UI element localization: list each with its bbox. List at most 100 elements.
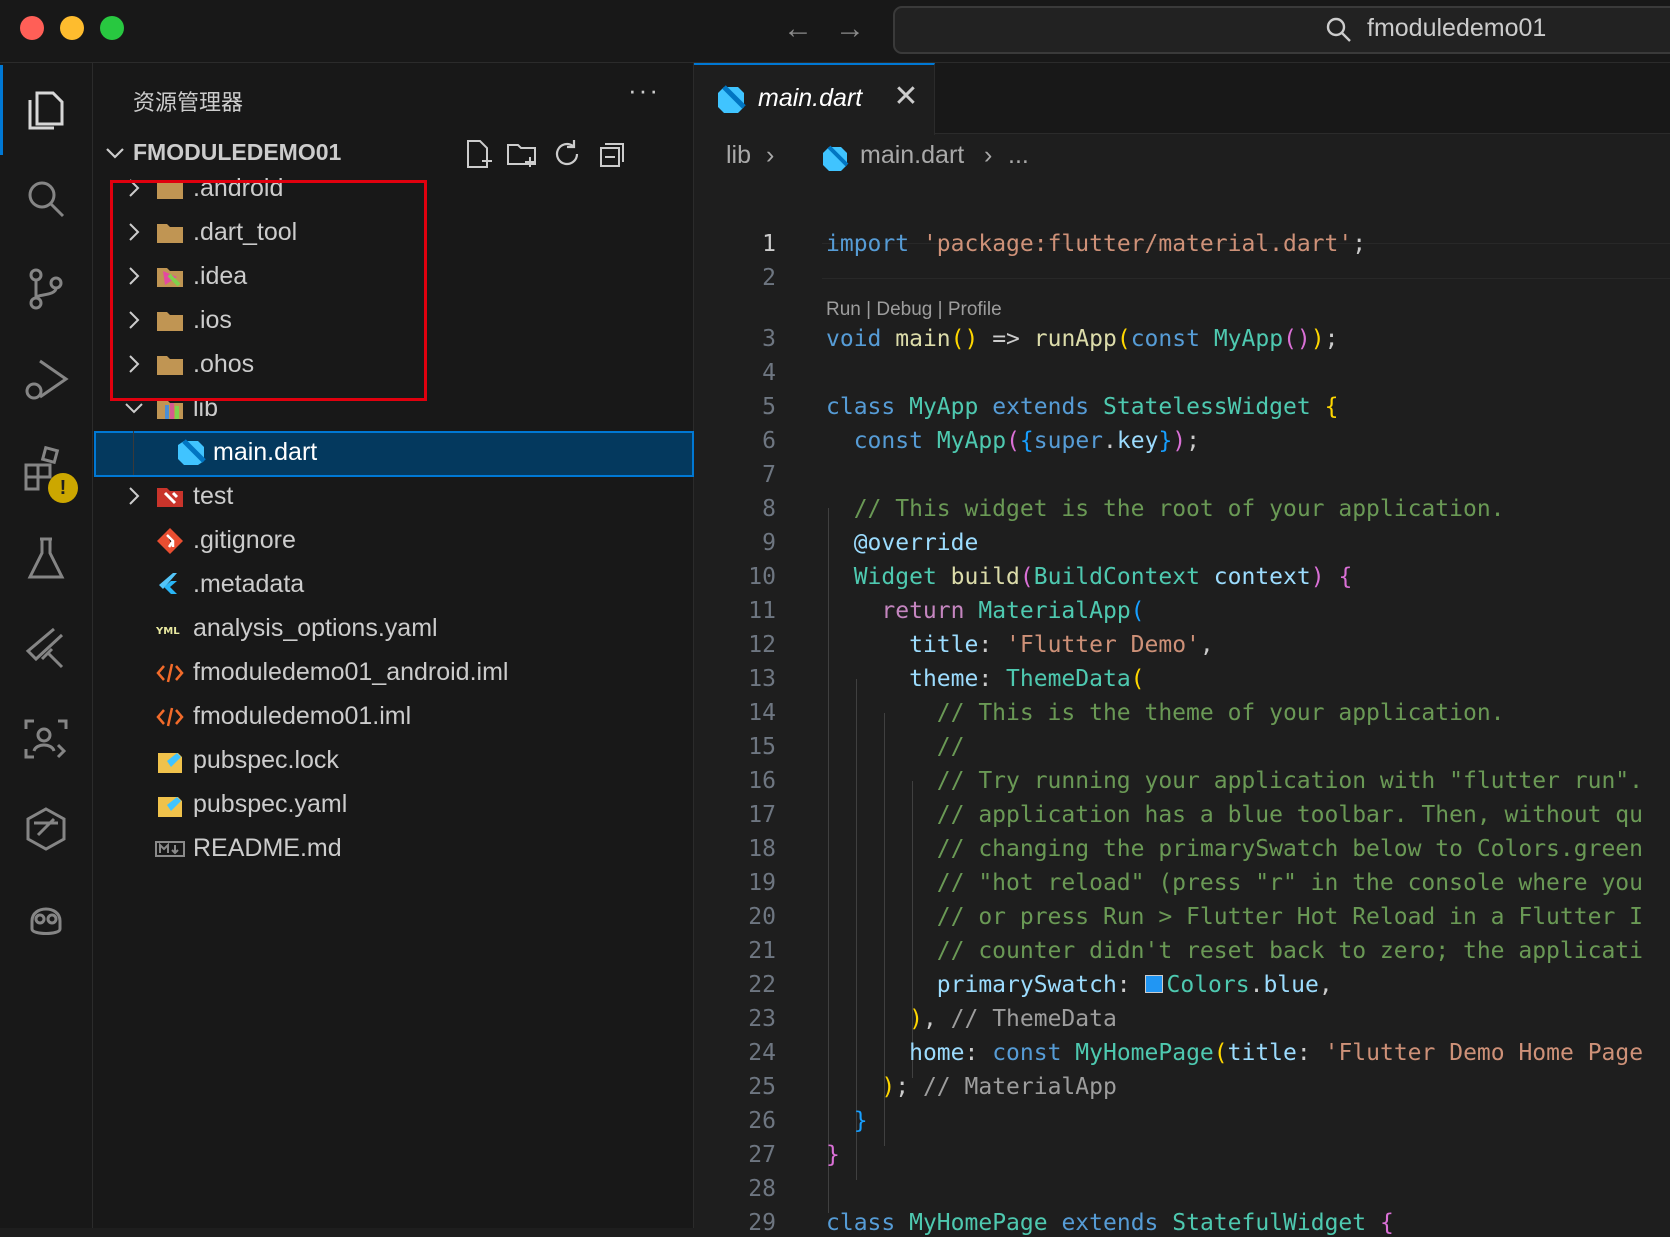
- tree-item-label: test: [193, 482, 234, 510]
- line-number: 26: [748, 1108, 776, 1134]
- deveco-icon[interactable]: [20, 803, 72, 855]
- annotation-highlight-box: [110, 180, 427, 401]
- back-arrow-icon[interactable]: ←: [778, 12, 818, 46]
- test-folder-icon: [157, 488, 183, 507]
- breadcrumb-item-symbols[interactable]: ...: [1008, 141, 1029, 170]
- breadcrumb-item-lib[interactable]: lib: [726, 141, 751, 170]
- tree-item-metadata[interactable]: .metadata: [93, 563, 693, 607]
- line-number: 17: [748, 802, 776, 828]
- code-line: ); // MaterialApp: [881, 1074, 1117, 1100]
- code-line: theme: ThemeData(: [909, 666, 1145, 692]
- tree-item-label: pubspec.yaml: [193, 790, 348, 818]
- line-number: 12: [748, 632, 776, 658]
- flutter-icon[interactable]: [20, 623, 72, 675]
- tree-item-label: main.dart: [213, 438, 318, 466]
- extensions-icon[interactable]: !: [20, 443, 78, 503]
- tree-item-android-iml[interactable]: fmoduledemo01_android.iml: [93, 651, 693, 695]
- line-number: 25: [748, 1074, 776, 1100]
- line-number: 1: [762, 231, 776, 257]
- more-actions-icon[interactable]: ···: [628, 75, 660, 106]
- code-line: title: 'Flutter Demo',: [909, 632, 1214, 658]
- tree-item-test[interactable]: test: [93, 475, 693, 519]
- active-indicator: [0, 65, 3, 155]
- line-number: 27: [748, 1142, 776, 1168]
- breadcrumb-item-main-dart[interactable]: main.dart: [860, 141, 964, 170]
- tree-item-analysis-options[interactable]: YML analysis_options.yaml: [93, 607, 693, 651]
- code-line: class MyHomePage extends StatefulWidget …: [826, 1210, 1394, 1236]
- tree-item-readme[interactable]: README.md: [93, 827, 693, 871]
- code-line: // "hot reload" (press "r" in the consol…: [936, 870, 1643, 896]
- activity-bar: !: [0, 63, 93, 1228]
- code-line: ), // ThemeData: [909, 1006, 1117, 1032]
- code-line: }: [826, 1142, 840, 1168]
- line-number: 21: [748, 938, 776, 964]
- editor-area: main.dart ✕ lib › main.dart › ... 1 2 3 …: [694, 63, 1670, 1236]
- tree-item-pubspec-yaml[interactable]: pubspec.yaml: [93, 783, 693, 827]
- forward-arrow-icon[interactable]: →: [830, 12, 870, 46]
- testing-icon[interactable]: [20, 533, 72, 585]
- editor-tab-bar: main.dart ✕: [694, 63, 1670, 135]
- line-number: 5: [762, 394, 776, 420]
- tree-item-pubspec-lock[interactable]: pubspec.lock: [93, 739, 693, 783]
- tab-main-dart[interactable]: main.dart ✕: [694, 63, 935, 135]
- close-window-button[interactable]: [20, 16, 44, 40]
- zoom-window-button[interactable]: [100, 16, 124, 40]
- dart-file-icon: [178, 439, 206, 465]
- new-folder-icon[interactable]: [505, 137, 539, 171]
- pubspec-file-icon: [158, 753, 182, 773]
- indent-guide: [133, 431, 134, 475]
- explorer-sidebar: 资源管理器 ··· FMODULEDEMO01 .android .dart_t…: [93, 63, 694, 1228]
- line-number: 11: [748, 598, 776, 624]
- line-number: 18: [748, 836, 776, 862]
- line-number: 22: [748, 972, 776, 998]
- line-number: 10: [748, 564, 776, 590]
- source-control-icon[interactable]: [20, 263, 72, 315]
- tree-item-gitignore[interactable]: .gitignore: [93, 519, 693, 563]
- code-line: primarySwatch: Colors.blue,: [936, 972, 1333, 998]
- tree-item-label: .gitignore: [193, 526, 296, 554]
- line-number: 4: [762, 360, 776, 386]
- line-number: 16: [748, 768, 776, 794]
- dart-file-icon: [823, 145, 849, 171]
- codelens-run-debug-profile[interactable]: Run | Debug | Profile: [826, 299, 1002, 321]
- code-editor[interactable]: 1 2 3 4 5 6 7 8 9 10 11 12 13 14 15 16 1…: [694, 177, 1670, 1237]
- explorer-icon[interactable]: [20, 83, 72, 135]
- git-file-icon: [157, 528, 183, 554]
- code-line: @override: [853, 530, 979, 556]
- tree-item-main-dart[interactable]: main.dart: [94, 431, 694, 477]
- code-line: class MyApp extends StatelessWidget {: [826, 394, 1339, 420]
- chevron-down-icon[interactable]: [103, 141, 127, 165]
- tree-item-iml[interactable]: fmoduledemo01.iml: [93, 695, 693, 739]
- dart-file-icon: [718, 85, 746, 113]
- run-debug-icon[interactable]: [20, 353, 72, 405]
- code-line: Widget build(BuildContext context) {: [853, 564, 1353, 590]
- line-number: 2: [762, 265, 776, 291]
- tree-item-label: fmoduledemo01_android.iml: [193, 658, 509, 686]
- line-number: 7: [762, 462, 776, 488]
- chevron-right-icon: [129, 487, 140, 505]
- markdown-file-icon: [155, 841, 185, 857]
- command-center-search[interactable]: fmoduledemo01: [893, 6, 1670, 54]
- code-line: // Try running your application with "fl…: [936, 768, 1643, 794]
- color-swatch[interactable]: [1144, 975, 1163, 993]
- tree-item-label: .metadata: [193, 570, 305, 598]
- tree-item-label: README.md: [193, 834, 342, 862]
- svg-text:YML: YML: [155, 626, 180, 637]
- line-number: 8: [762, 496, 776, 522]
- close-icon[interactable]: ✕: [892, 82, 920, 112]
- chevron-right-icon: ›: [766, 141, 775, 169]
- code-line: //: [936, 734, 965, 760]
- remote-explorer-icon[interactable]: [20, 713, 72, 765]
- new-file-icon[interactable]: [460, 137, 494, 171]
- refresh-icon[interactable]: [550, 137, 584, 171]
- code-line: void main() => runApp(const MyApp());: [826, 326, 1339, 352]
- search-icon[interactable]: [20, 173, 72, 225]
- line-number: 14: [748, 700, 776, 726]
- copilot-icon[interactable]: [20, 893, 72, 945]
- command-center-text: fmoduledemo01: [1367, 14, 1547, 42]
- collapse-all-icon[interactable]: [595, 137, 629, 171]
- title-bar: ← → fmoduledemo01: [0, 0, 1670, 63]
- minimize-window-button[interactable]: [60, 16, 84, 40]
- workspace-root-label[interactable]: FMODULEDEMO01: [133, 139, 341, 166]
- xml-file-icon: [156, 663, 184, 683]
